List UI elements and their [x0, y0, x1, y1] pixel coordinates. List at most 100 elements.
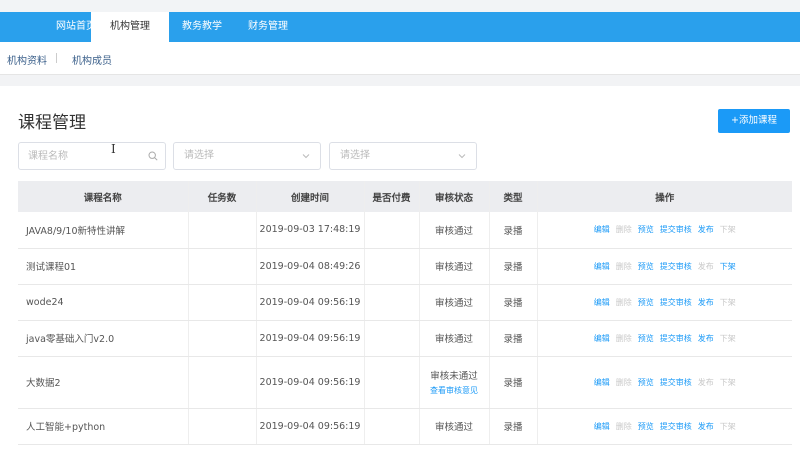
cell-course-name: 人工智能+python — [18, 408, 189, 445]
col-header-actions: 操作 — [537, 181, 792, 212]
unpublish-link: 下架 — [719, 333, 736, 343]
course-table: 课程名称 任务数 创建时间 是否付费 审核状态 类型 操作 JAVA8/9/10… — [18, 181, 792, 445]
submit-review-link[interactable]: 提交审核 — [660, 225, 692, 234]
unpublish-link: 下架 — [719, 377, 736, 387]
delete-link: 删除 — [615, 297, 632, 307]
col-header-name: 课程名称 — [18, 181, 189, 212]
unpublish-link: 下架 — [719, 225, 736, 235]
cell-paid — [364, 320, 420, 357]
cell-created: 2019-09-03 17:48:19 — [256, 212, 365, 249]
edit-link[interactable]: 编辑 — [594, 378, 610, 387]
delete-link: 删除 — [615, 421, 632, 431]
cell-paid — [364, 356, 420, 409]
cell-course-name: wode24 — [18, 284, 189, 321]
submit-review-link[interactable]: 提交审核 — [660, 378, 692, 387]
submit-review-link[interactable]: 提交审核 — [660, 298, 692, 307]
subnav-separator — [56, 53, 57, 63]
submit-review-link[interactable]: 提交审核 — [660, 334, 692, 343]
cell-paid — [364, 408, 420, 445]
cell-type: 录播 — [489, 356, 538, 409]
edit-link[interactable]: 编辑 — [594, 225, 610, 234]
search-icon[interactable] — [148, 151, 158, 161]
cell-actions: 编辑 删除 预览 提交审核 发布 下架 — [537, 356, 792, 409]
preview-link[interactable]: 预览 — [638, 422, 654, 431]
course-name-input[interactable] — [28, 143, 143, 169]
edit-link[interactable]: 编辑 — [594, 334, 610, 343]
table-row: wode24 2019-09-04 09:56:19 审核通过 录播 编辑 删除预… — [18, 284, 792, 321]
col-header-created: 创建时间 — [256, 181, 365, 212]
delete-link: 删除 — [615, 377, 632, 387]
preview-link[interactable]: 预览 — [638, 298, 654, 307]
cell-created: 2019-09-04 08:49:26 — [256, 248, 365, 285]
chevron-down-icon — [458, 154, 466, 159]
cell-status: 审核通过 — [419, 320, 490, 357]
publish-link[interactable]: 发布 — [698, 298, 714, 307]
cell-status: 审核通过 — [419, 248, 490, 285]
cell-type: 录播 — [489, 284, 538, 321]
cell-status: 审核未通过 查看审核意见 — [419, 356, 490, 409]
unpublish-link: 下架 — [719, 297, 736, 307]
col-header-paid: 是否付费 — [364, 181, 420, 212]
unpublish-link[interactable]: 下架 — [720, 262, 736, 271]
cell-tasks — [188, 248, 257, 285]
cell-type: 录播 — [489, 320, 538, 357]
unpublish-link: 下架 — [719, 421, 736, 431]
publish-link: 发布 — [697, 377, 714, 387]
cell-tasks — [188, 212, 257, 249]
cell-course-name: 测试课程01 — [18, 248, 189, 285]
table-row: 人工智能+python 2019-09-04 09:56:19 审核通过 录播 … — [18, 408, 792, 445]
cell-type: 录播 — [489, 212, 538, 249]
cell-created: 2019-09-04 09:56:19 — [256, 408, 365, 445]
cell-status: 审核通过 — [419, 408, 490, 445]
page-title: 课程管理 — [18, 113, 86, 133]
cell-actions: 编辑 删除 预览 提交审核 发布 下架 — [537, 284, 792, 321]
tab-finance[interactable]: 财务管理 — [237, 12, 299, 42]
col-header-type: 类型 — [489, 181, 538, 212]
cell-tasks — [188, 356, 257, 409]
tab-org-management[interactable]: 机构管理 — [91, 12, 169, 42]
publish-link[interactable]: 发布 — [698, 422, 714, 431]
col-header-tasks: 任务数 — [188, 181, 257, 212]
cell-tasks — [188, 284, 257, 321]
table-row: 大数据2 2019-09-04 09:56:19 审核未通过 查看审核意见 录播… — [18, 356, 792, 409]
edit-link[interactable]: 编辑 — [594, 262, 610, 271]
add-course-button[interactable]: +添加课程 — [718, 109, 790, 133]
table-header-row: 课程名称 任务数 创建时间 是否付费 审核状态 类型 操作 — [18, 181, 792, 212]
cell-paid — [364, 284, 420, 321]
cell-tasks — [188, 408, 257, 445]
tab-teaching[interactable]: 教务教学 — [170, 12, 234, 42]
view-review-comment-link[interactable]: 查看审核意见 — [420, 385, 489, 396]
preview-link[interactable]: 预览 — [638, 262, 654, 271]
preview-link[interactable]: 预览 — [638, 225, 654, 234]
cell-actions: 编辑 删除 预览 提交审核 发布 下架 — [537, 248, 792, 285]
cell-course-name: 大数据2 — [18, 356, 189, 409]
publish-link[interactable]: 发布 — [698, 334, 714, 343]
preview-link[interactable]: 预览 — [638, 378, 654, 387]
cell-paid — [364, 212, 420, 249]
select-2-value: 请选择 — [340, 150, 370, 161]
cell-status: 审核通过 — [419, 212, 490, 249]
subnav-org-profile[interactable]: 机构资料 — [7, 52, 47, 67]
filter-select-2[interactable]: 请选择 — [329, 142, 477, 170]
cell-actions: 编辑 删除 预览 提交审核 发布 下架 — [537, 408, 792, 445]
delete-link: 删除 — [615, 225, 632, 235]
publish-link: 发布 — [697, 261, 714, 271]
select-1-value: 请选择 — [184, 150, 214, 161]
subnav-org-members[interactable]: 机构成员 — [72, 52, 112, 67]
col-header-status: 审核状态 — [419, 181, 490, 212]
cell-tasks — [188, 320, 257, 357]
delete-link: 删除 — [615, 333, 632, 343]
top-nav-bar: 网站首页 机构管理 教务教学 财务管理 — [0, 0, 800, 42]
publish-link[interactable]: 发布 — [698, 225, 714, 234]
cell-type: 录播 — [489, 408, 538, 445]
cell-actions: 编辑 删除 预览 提交审核 发布 下架 — [537, 212, 792, 249]
cell-created: 2019-09-04 09:56:19 — [256, 356, 365, 409]
preview-link[interactable]: 预览 — [638, 334, 654, 343]
edit-link[interactable]: 编辑 — [594, 298, 610, 307]
filter-select-1[interactable]: 请选择 — [173, 142, 321, 170]
submit-review-link[interactable]: 提交审核 — [660, 262, 692, 271]
submit-review-link[interactable]: 提交审核 — [660, 422, 692, 431]
edit-link[interactable]: 编辑 — [594, 422, 610, 431]
cell-paid — [364, 248, 420, 285]
table-row: java零基础入门v2.0 2019-09-04 09:56:19 审核通过 录… — [18, 320, 792, 357]
